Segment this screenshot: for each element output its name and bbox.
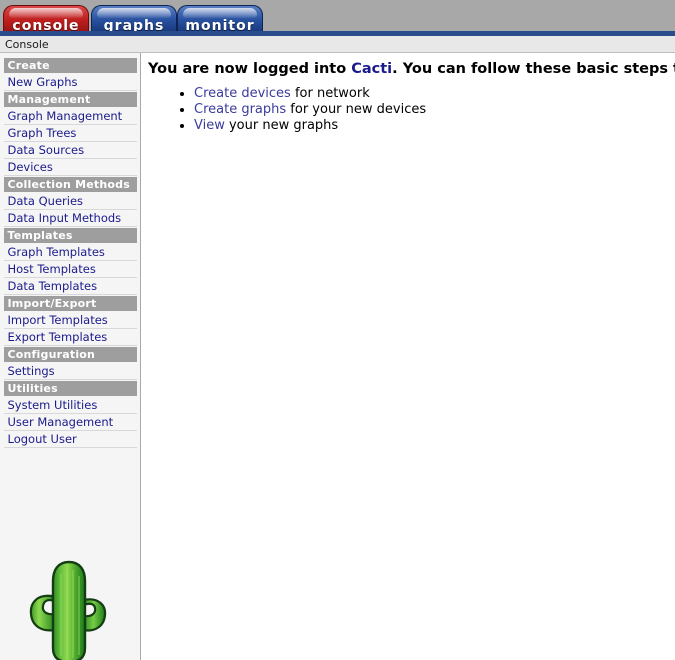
cactus-logo-icon xyxy=(29,560,107,660)
step-list-item: Create devices for network xyxy=(194,86,665,102)
sidebar-navigation: Create New Graphs Management Graph Manageme… xyxy=(0,53,141,621)
sidebar-item-new-graphs[interactable]: New Graphs xyxy=(3,74,137,91)
step-text-3: your new graphs xyxy=(224,118,339,133)
cactus-right-arm xyxy=(82,598,107,632)
sidebar-group: Configuration Settings xyxy=(3,347,137,380)
sidebar-group: Utilities System Utilities User Management… xyxy=(3,381,137,448)
sidebar-item-devices[interactable]: Devices xyxy=(3,159,137,176)
sidebar-group: Templates Graph Templates Host Templates Da… xyxy=(3,228,137,295)
sidebar-item-data-input-methods[interactable]: Data Input Methods xyxy=(3,210,137,227)
cactus-trunk xyxy=(51,560,87,660)
sidebar-group-header: Configuration xyxy=(3,347,137,362)
step-text-2: for your new devices xyxy=(286,102,427,117)
welcome-heading: You are now logged into Cacti. You can f… xyxy=(148,61,675,77)
getting-started-steps: Create devices for networkCreate graphs … xyxy=(148,86,665,134)
sidebar-group-header: Management xyxy=(3,92,137,107)
sidebar-item-data-templates[interactable]: Data Templates xyxy=(3,278,137,295)
sidebar-group-header: Utilities xyxy=(3,381,137,396)
sidebar-group: Collection Methods Data Queries Data Input… xyxy=(3,177,137,227)
tab-gloss-highlight xyxy=(97,8,171,18)
welcome-suffix: . You can follow these basic steps to ge… xyxy=(392,61,675,77)
sidebar-item-graph-templates[interactable]: Graph Templates xyxy=(3,244,137,261)
sidebar-menu: Create New Graphs Management Graph Manageme… xyxy=(3,58,137,448)
cacti-link[interactable]: Cacti xyxy=(351,61,392,77)
sidebar-group-header: Collection Methods xyxy=(3,177,137,192)
tab-gloss-highlight xyxy=(183,8,257,18)
welcome-prefix: You are now logged into xyxy=(148,61,352,77)
sidebar-item-settings[interactable]: Settings xyxy=(3,363,137,380)
step-link-2[interactable]: Create graphs xyxy=(194,102,286,117)
sidebar-item-graph-management[interactable]: Graph Management xyxy=(3,108,137,125)
step-link-1[interactable]: Create devices xyxy=(194,86,291,101)
sidebar-group: Import/Export Import Templates Export Temp… xyxy=(3,296,137,346)
page-body: Create New Graphs Management Graph Manageme… xyxy=(0,53,675,660)
breadcrumb-bar: Console xyxy=(0,36,675,53)
sidebar-item-import-templates[interactable]: Import Templates xyxy=(3,312,137,329)
cactus-left-arm xyxy=(29,594,56,632)
sidebar-group-header: Templates xyxy=(3,228,137,243)
step-list-item: View your new graphs xyxy=(194,118,665,134)
sidebar-item-export-templates[interactable]: Export Templates xyxy=(3,329,137,346)
sidebar-item-logout-user[interactable]: Logout User xyxy=(3,431,137,448)
sidebar-group-header: Import/Export xyxy=(3,296,137,311)
breadcrumb: Console xyxy=(5,38,49,51)
cacti-console-window: console graphs monitor Console Create New… xyxy=(0,0,675,660)
step-text-1: for network xyxy=(290,86,370,101)
tab-gloss-highlight xyxy=(9,8,83,18)
step-list-item: Create graphs for your new devices xyxy=(194,102,665,118)
sidebar-item-data-sources[interactable]: Data Sources xyxy=(3,142,137,159)
sidebar-logo-area xyxy=(0,540,141,660)
main-content: You are now logged into Cacti. You can f… xyxy=(142,53,675,659)
sidebar-item-system-utilities[interactable]: System Utilities xyxy=(3,397,137,414)
step-link-3[interactable]: View xyxy=(194,118,225,133)
sidebar-item-host-templates[interactable]: Host Templates xyxy=(3,261,137,278)
sidebar-item-graph-trees[interactable]: Graph Trees xyxy=(3,125,137,142)
sidebar-group: Management Graph Management Graph Trees Dat… xyxy=(3,92,137,176)
sidebar-group: Create New Graphs xyxy=(3,58,137,91)
main-tab-bar: console graphs monitor xyxy=(0,0,675,36)
sidebar-item-data-queries[interactable]: Data Queries xyxy=(3,193,137,210)
sidebar-item-user-management[interactable]: User Management xyxy=(3,414,137,431)
sidebar-group-header: Create xyxy=(3,58,137,73)
